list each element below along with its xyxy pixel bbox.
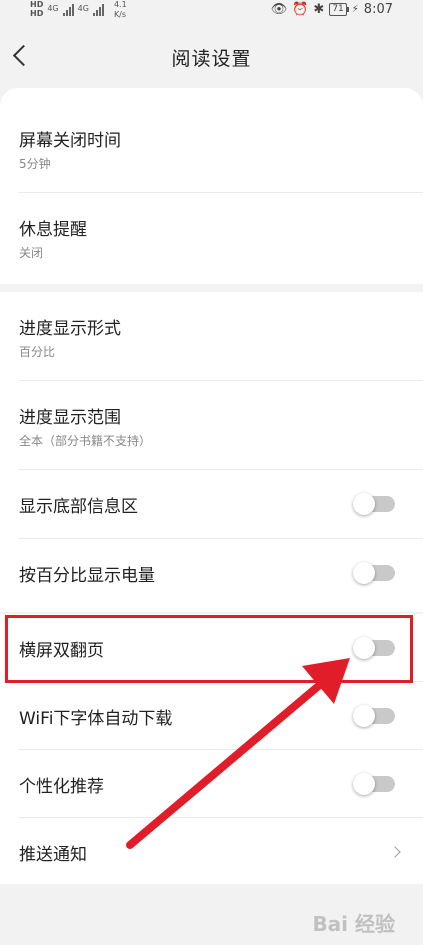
setting-value: 5分钟 [19,157,51,171]
setting-personalized-recommend: 个性化推荐 [19,750,423,818]
setting-screen-off-time[interactable]: 屏幕关闭时间 5分钟 [19,104,423,193]
chevron-right-icon [389,846,401,858]
setting-title: 休息提醒 [19,220,87,240]
setting-progress-range[interactable]: 进度显示范围 全本（部分书籍不支持） [19,381,423,470]
header: 阅读设置 [0,28,423,84]
setting-value: 关闭 [19,246,44,260]
status-right: 👁 ⏰ ✱ 71 ⚡ 8:07 [271,2,393,17]
setting-value: 全本（部分书籍不支持） [19,434,152,448]
setting-title: 屏幕关闭时间 [19,131,121,151]
sim2-label: HD [30,9,44,18]
personalized-recommend-toggle[interactable] [353,773,395,795]
status-left: HD HD 4G 4G 4.1 K/s [30,0,127,22]
signal-icon-2 [92,2,104,16]
setting-title: 进度显示范围 [19,408,121,428]
status-bar: HD HD 4G 4G 4.1 K/s 👁 ⏰ ✱ 71 ⚡ 8:07 [0,0,423,22]
wifi-font-download-toggle[interactable] [353,705,395,727]
setting-title: 进度显示形式 [19,319,121,339]
signal-icon [62,2,74,16]
bluetooth-icon: ✱ [313,2,325,17]
setting-battery-percent: 按百分比显示电量 [19,539,423,607]
charging-icon: ⚡ [351,4,359,15]
setting-value: 百分比 [19,345,56,359]
sim-indicators: HD HD [30,0,43,18]
setting-title: 显示底部信息区 [19,497,138,517]
net2-label: 4G [77,4,89,13]
sim1-label: HD [30,0,44,9]
setting-title: WiFi下字体自动下载 [19,709,173,729]
setting-progress-format[interactable]: 进度显示形式 百分比 [19,292,423,381]
eye-icon: 👁 [270,2,288,17]
setting-bottom-info-area: 显示底部信息区 [19,470,423,539]
battery-icon: 71 [329,3,350,16]
page-title: 阅读设置 [171,48,252,70]
speed-unit: K/s [113,10,127,19]
network-speed: 4.1 K/s [114,0,127,20]
setting-title: 按百分比显示电量 [19,566,155,586]
battery-percent-toggle[interactable] [353,562,395,584]
bottom-info-toggle[interactable] [353,493,395,515]
setting-wifi-font-download: WiFi下字体自动下载 [19,682,423,750]
alarm-icon: ⏰ [292,2,309,17]
setting-rest-reminder[interactable]: 休息提醒 关闭 [19,193,423,281]
highlight-box [5,615,413,683]
watermark: Bai 经验 [312,912,395,936]
speed-value: 4.1 [113,0,127,9]
setting-title: 推送通知 [19,845,87,865]
settings-group-2: 进度显示形式 百分比 进度显示范围 全本（部分书籍不支持） 显示底部信息区 按百… [0,292,423,612]
clock: 8:07 [363,2,393,17]
setting-push-notifications[interactable]: 推送通知 [19,818,423,884]
settings-group-1: 屏幕关闭时间 5分钟 休息提醒 关闭 [0,88,423,284]
net1-label: 4G [47,4,59,13]
setting-title: 个性化推荐 [19,777,104,797]
